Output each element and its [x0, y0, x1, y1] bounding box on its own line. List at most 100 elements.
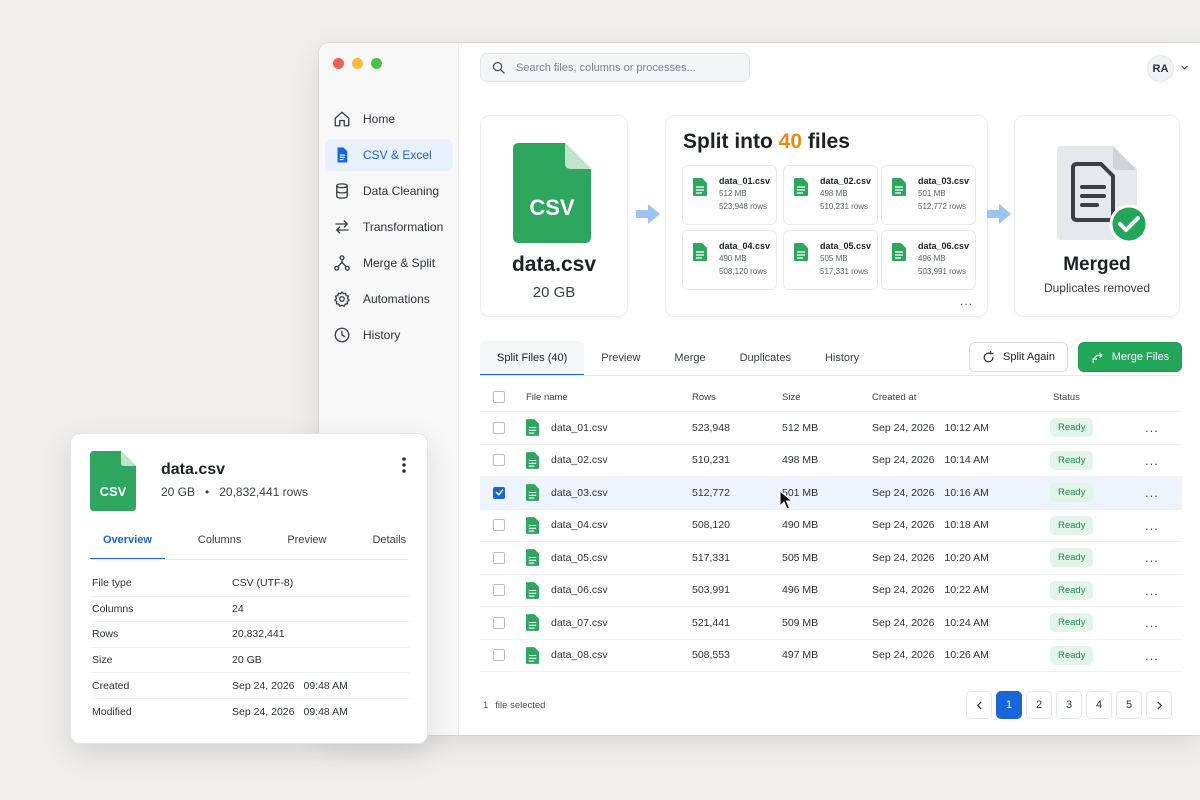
tab-merge[interactable]: Merge [657, 341, 722, 375]
chunk-rows: 523,948 rows [719, 202, 768, 211]
column-header-rows[interactable]: Rows [692, 383, 716, 411]
table-row[interactable]: data_04.csv 508,120 490 MB Sep 24, 2026 10:1… [480, 510, 1182, 542]
tab-overview[interactable]: Overview [90, 530, 165, 560]
page-button-1[interactable]: 1 [996, 691, 1022, 719]
prev-page-button[interactable] [966, 691, 992, 719]
source-file-card[interactable]: CSV data.csv 20 GB [480, 115, 628, 317]
split-again-button[interactable]: Split Again [969, 342, 1068, 372]
table-row[interactable]: data_03.csv 512,772 501 MB Sep 24, 2026 10:1… [480, 477, 1182, 510]
table-row[interactable]: data_05.csv 517,331 505 MB Sep 24, 2026 10:2… [480, 542, 1182, 575]
column-header-size[interactable]: Size [782, 383, 800, 411]
sidebar-item-label: Merge & Split [363, 256, 436, 270]
split-chunk-card[interactable]: data_03.csv 501 MB 512,772 rows [881, 165, 976, 225]
page-button-5[interactable]: 5 [1116, 691, 1142, 719]
row-checkbox[interactable] [493, 649, 505, 662]
row-more-button[interactable]: ... [1145, 550, 1159, 565]
split-chunk-card[interactable]: data_06.csv 496 MB 503,991 rows [881, 230, 976, 290]
property-row: Rows 20,832,441 [92, 622, 410, 648]
search-bar[interactable] [480, 53, 750, 82]
sidebar-item-data-cleaning[interactable]: Data Cleaning [325, 175, 453, 207]
property-value: 24 [232, 602, 244, 615]
file-name: data_03.csv [551, 486, 608, 499]
sidebar-item-merge-split[interactable]: Merge & Split [325, 247, 453, 279]
sidebar-item-transformation[interactable]: Transformation [325, 211, 453, 243]
merged-result-card[interactable]: Merged Duplicates removed [1014, 115, 1180, 317]
minimize-window-button[interactable] [352, 58, 363, 69]
row-checkbox[interactable] [493, 519, 505, 532]
file-name-cell[interactable]: data_05.csv [526, 542, 608, 574]
row-checkbox[interactable] [493, 616, 505, 629]
row-more-button[interactable]: ... [1145, 648, 1159, 663]
page-button-4[interactable]: 4 [1086, 691, 1112, 719]
split-chunk-card[interactable]: data_02.csv 498 MB 510,231 rows [783, 165, 878, 225]
row-more-button[interactable]: ... [1145, 453, 1159, 468]
row-more-button[interactable]: ... [1145, 420, 1159, 435]
table-row[interactable]: data_07.csv 521,441 509 MB Sep 24, 2026 10:2… [480, 607, 1182, 640]
more-chunks-button[interactable]: ... [960, 294, 973, 308]
property-key: Size [92, 654, 113, 667]
chevron-down-icon[interactable] [1179, 62, 1190, 73]
merge-files-button[interactable]: Merge Files [1078, 342, 1182, 372]
maximize-window-button[interactable] [371, 58, 382, 69]
file-name: data_06.csv [551, 584, 608, 597]
rows-cell: 512,772 [692, 486, 730, 499]
arrow-right-icon [987, 204, 1011, 224]
row-more-button[interactable]: ... [1145, 485, 1159, 500]
merged-document-check-icon [1057, 146, 1149, 242]
created-at-cell: Sep 24, 2026 10:22 AM [872, 584, 989, 597]
page-button-3[interactable]: 3 [1056, 691, 1082, 719]
split-chunk-card[interactable]: data_04.csv 490 MB 508,120 rows [682, 230, 777, 290]
file-name-cell[interactable]: data_01.csv [526, 412, 608, 444]
row-checkbox[interactable] [493, 486, 505, 499]
tab-details[interactable]: Details [359, 530, 419, 560]
row-checkbox[interactable] [493, 421, 505, 434]
row-checkbox[interactable] [493, 454, 505, 467]
sidebar-item-automations[interactable]: Automations [325, 283, 453, 315]
file-name-cell[interactable]: data_07.csv [526, 607, 608, 639]
file-name-cell[interactable]: data_06.csv [526, 575, 608, 607]
sidebar-item-home[interactable]: Home [325, 103, 453, 135]
row-more-button[interactable]: ... [1145, 518, 1159, 533]
row-checkbox[interactable] [493, 551, 505, 564]
file-name-cell[interactable]: data_02.csv [526, 445, 608, 477]
tab-details-preview[interactable]: Preview [274, 530, 339, 560]
select-all-checkbox[interactable] [493, 391, 505, 403]
table-row[interactable]: data_01.csv 523,948 512 MB Sep 24, 2026 10:1… [480, 412, 1182, 445]
row-more-button[interactable]: ... [1145, 583, 1159, 598]
split-chunk-card[interactable]: data_01.csv 512 MB 523,948 rows [682, 165, 777, 225]
table-row[interactable]: data_06.csv 503,991 496 MB Sep 24, 2026 10:2… [480, 575, 1182, 607]
row-checkbox[interactable] [493, 584, 505, 597]
close-window-button[interactable] [333, 58, 344, 69]
rows-cell: 510,231 [692, 454, 730, 467]
chunk-name: data_03.csv [918, 176, 970, 186]
property-key: Modified [92, 705, 132, 718]
table-row[interactable]: data_02.csv 510,231 498 MB Sep 24, 2026 10:1… [480, 445, 1182, 477]
tab-history[interactable]: History [808, 341, 876, 375]
table-row[interactable]: data_08.csv 508,553 497 MB Sep 24, 2026 10:2… [480, 640, 1182, 672]
column-header-status[interactable]: Status [1053, 383, 1080, 411]
tab-preview[interactable]: Preview [584, 341, 657, 375]
more-options-icon[interactable] [401, 456, 407, 474]
split-chunk-card[interactable]: data_05.csv 505 MB 517,331 rows [783, 230, 878, 290]
file-name-cell[interactable]: data_04.csv [526, 510, 608, 542]
tab-columns[interactable]: Columns [185, 530, 254, 560]
column-header-file-name[interactable]: File name [526, 383, 568, 411]
status-cell: Ready [1050, 607, 1094, 639]
property-row: Modified Sep 24, 2026 09:48 AM [92, 699, 410, 725]
page-button-2[interactable]: 2 [1026, 691, 1052, 719]
csv-file-icon: CSV [513, 143, 591, 243]
tab-split-files[interactable]: Split Files (40) [480, 341, 585, 376]
tab-duplicates[interactable]: Duplicates [723, 341, 808, 375]
file-name-cell[interactable]: data_08.csv [526, 640, 608, 672]
avatar[interactable]: RA [1147, 55, 1174, 82]
file-name-cell[interactable]: data_03.csv [526, 477, 608, 509]
window-controls [333, 58, 382, 69]
row-actions-cell: ... [1145, 445, 1159, 477]
next-page-button[interactable] [1146, 691, 1172, 719]
sidebar-item-label: Automations [363, 292, 430, 306]
sidebar-item-csv-excel[interactable]: CSV & Excel [325, 139, 453, 171]
sidebar-item-history[interactable]: History [325, 319, 453, 351]
column-header-created-at[interactable]: Created at [872, 383, 916, 411]
search-input[interactable] [516, 61, 736, 74]
row-more-button[interactable]: ... [1145, 615, 1159, 630]
